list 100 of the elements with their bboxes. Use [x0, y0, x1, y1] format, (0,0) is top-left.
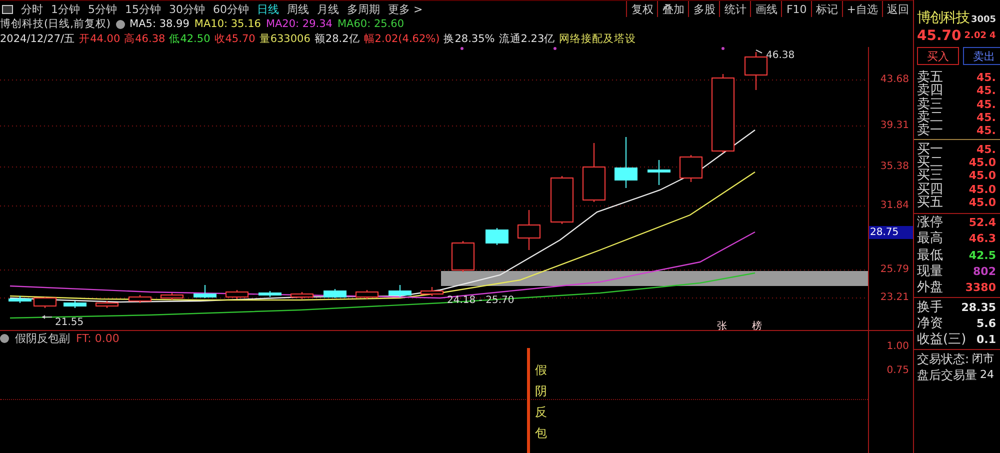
- quote-value: 45.: [976, 144, 996, 155]
- candlestick: [614, 136, 638, 188]
- toolbar-button[interactable]: +自选: [842, 1, 882, 17]
- chart-title: 博创科技(日线,前复权): [0, 18, 111, 30]
- quote-label: 卖三: [917, 98, 943, 111]
- quote-value: 28.35: [961, 302, 996, 313]
- quote-info-text: 收45.70: [214, 34, 256, 44]
- quote-value: 3380: [965, 282, 996, 294]
- quote-value: 45.0: [968, 170, 996, 182]
- signal-label: 假阴反包: [535, 362, 547, 442]
- toolbar-button[interactable]: 标记: [810, 1, 842, 17]
- toolbar-button[interactable]: 统计: [719, 1, 750, 17]
- candlestick: [550, 176, 574, 224]
- period-tab[interactable]: 多周期: [343, 4, 384, 14]
- quote-value: 45.0: [968, 184, 996, 195]
- candlestick: [744, 52, 768, 90]
- toolbar-button[interactable]: 多股: [688, 1, 720, 17]
- left-arrow-icon: [42, 315, 52, 319]
- period-tab[interactable]: 更多 >: [384, 4, 427, 14]
- candlestick: [324, 288, 346, 298]
- trade-button[interactable]: 买入: [917, 47, 959, 65]
- quote-value: 45.: [976, 85, 996, 96]
- quote-label: 买五: [917, 196, 943, 209]
- quote-value: 45.: [976, 125, 996, 136]
- period-tab[interactable]: 30分钟: [165, 4, 209, 14]
- chart-marker-label: 榜: [752, 321, 762, 330]
- period-tab[interactable]: 周线: [283, 4, 313, 14]
- quote-value: 5.6: [976, 318, 996, 329]
- price-axis-label: 25.79: [880, 265, 909, 275]
- quote-info-text: 流通2.23亿: [498, 34, 556, 44]
- candlestick: [518, 210, 540, 250]
- moving-average-value: MA10: 35.16: [194, 18, 261, 30]
- quote-info-text: 量633006: [259, 34, 310, 44]
- quote-label: 买一: [917, 142, 943, 156]
- period-tab[interactable]: 60分钟: [209, 4, 253, 14]
- candlestick: [34, 296, 56, 308]
- candlestick: [356, 290, 378, 300]
- candlestick: [582, 142, 606, 202]
- quote-value: 0.1: [976, 334, 996, 346]
- toolbar-button[interactable]: 复权: [626, 1, 658, 17]
- candlestick: [96, 300, 118, 308]
- quote-value: 42.5: [968, 250, 996, 261]
- panel-toggle-icon[interactable]: [2, 4, 13, 14]
- quote-value: 45.0: [968, 156, 996, 168]
- price-axis-label: 23.21: [880, 293, 909, 303]
- quote-label: 外盘: [917, 281, 943, 294]
- signal-dot-icon: [722, 47, 724, 50]
- quote-value: 45.: [976, 112, 996, 124]
- trade-button[interactable]: 卖出: [963, 47, 1000, 65]
- candlestick: [258, 290, 282, 298]
- quote-info-text: 高46.38: [124, 34, 166, 44]
- candlestick: [8, 296, 32, 304]
- candlestick: [194, 284, 216, 298]
- collapse-icon[interactable]: [0, 334, 9, 343]
- indicator-axis-label: 1.00: [886, 342, 909, 352]
- price-axis-label: 39.31: [880, 121, 909, 131]
- moving-average-value: MA60: 25.60: [337, 18, 404, 30]
- moving-average-value: MA5: 38.99: [130, 18, 190, 30]
- high-price-label: 46.38: [766, 50, 795, 61]
- period-tab[interactable]: 分时: [17, 4, 47, 14]
- candlestick: [420, 286, 444, 296]
- dropdown-icon[interactable]: [116, 20, 125, 28]
- quote-label: 收益(三): [917, 333, 966, 346]
- quote-label: 净资: [917, 316, 943, 330]
- cursor-price-label: 28.75: [869, 226, 913, 239]
- toolbar-button[interactable]: 叠加: [657, 1, 688, 17]
- quote-label: 卖五: [917, 71, 943, 84]
- status-label: 交易状态:: [917, 352, 970, 365]
- quote-value: 52.4: [968, 217, 996, 228]
- price-axis-label: 43.68: [880, 75, 909, 85]
- quote-info-text: 幅2.02(4.62%): [364, 34, 440, 44]
- toolbar-button[interactable]: 画线: [750, 1, 782, 17]
- candlestick: [290, 292, 314, 300]
- quote-label: 买二: [917, 156, 943, 169]
- candlestick: [680, 154, 702, 182]
- toolbar-button[interactable]: 返回: [882, 1, 913, 17]
- candlestick: [128, 294, 152, 304]
- quote-label: 买三: [917, 169, 943, 182]
- candlestick: [452, 240, 474, 272]
- candlestick: [226, 290, 248, 300]
- quote-value: 46.3: [968, 233, 996, 244]
- status-value: 24: [980, 369, 994, 380]
- period-tab[interactable]: 日线: [253, 4, 283, 14]
- quote-info-text: 开44.00: [79, 34, 120, 44]
- current-price: 45.70: [917, 29, 962, 43]
- indicator-title: 假阴反包副: [15, 333, 70, 344]
- toolbar-button[interactable]: F10: [781, 1, 811, 17]
- stock-name: 博创科技: [917, 11, 969, 25]
- period-tab[interactable]: 1分钟: [47, 4, 84, 14]
- indicator-axis-label: 0.75: [886, 366, 909, 376]
- chart-marker-label: 张: [717, 321, 727, 330]
- period-tab[interactable]: 月线: [313, 4, 343, 14]
- quote-label: 最高: [917, 232, 943, 246]
- quote-label: 换手: [917, 300, 943, 314]
- quote-info-text: 换28.35%: [444, 34, 495, 44]
- period-tab[interactable]: 5分钟: [84, 4, 121, 14]
- period-tab[interactable]: 15分钟: [121, 4, 165, 14]
- moving-average-value: MA20: 29.34: [266, 18, 332, 30]
- stock-code: 3005: [971, 16, 996, 25]
- quote-label: 买四: [917, 182, 943, 196]
